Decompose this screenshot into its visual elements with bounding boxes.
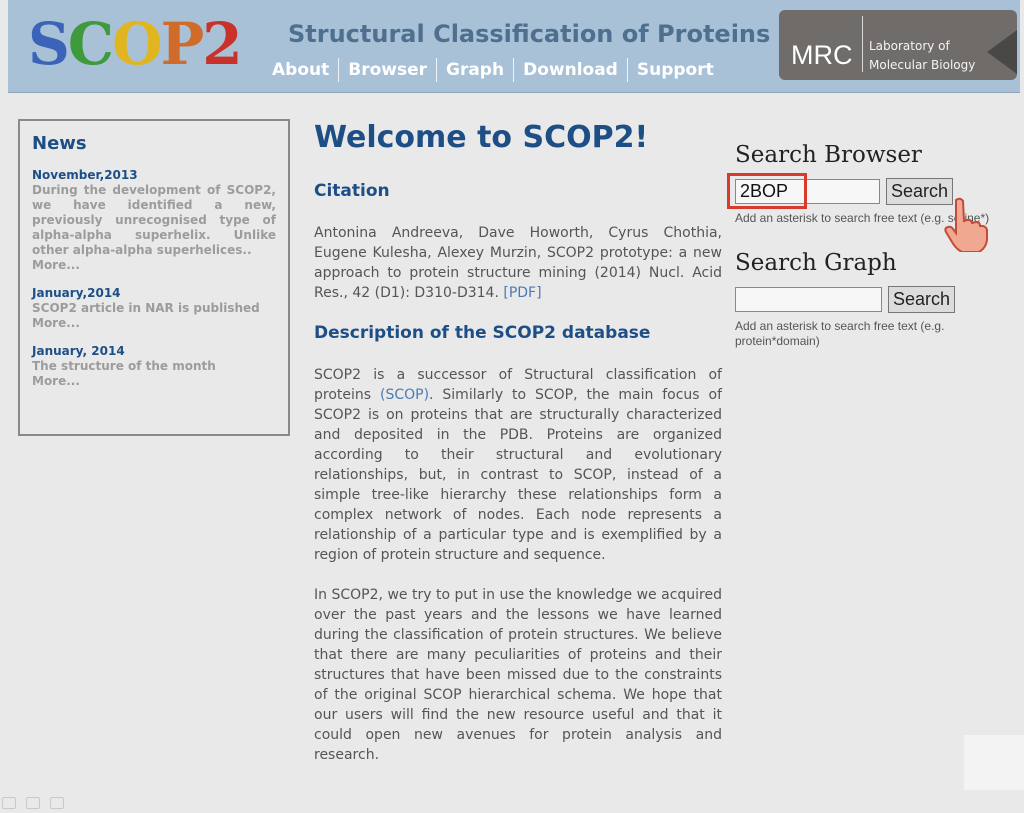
citation-heading: Citation [314, 181, 390, 201]
nav-graph[interactable]: Graph [436, 58, 513, 82]
mrc-lmb-logo[interactable]: MRC Laboratory of Molecular Biology [779, 10, 1017, 80]
main-nav: About Browser Graph Download Support [263, 58, 723, 82]
description-paragraph-2: In SCOP2, we try to put in use the knowl… [314, 587, 722, 763]
news-item: January, 2014 The structure of the month… [32, 344, 276, 389]
pdf-link[interactable]: [PDF] [503, 285, 541, 301]
site-header: SCOP2 Structural Classification of Prote… [8, 0, 1020, 93]
nav-support[interactable]: Support [626, 58, 723, 82]
arrow-right-icon[interactable] [50, 797, 64, 809]
news-item: January,2014 SCOP2 article in NAR is pub… [32, 286, 276, 331]
page-icon[interactable] [26, 797, 40, 809]
description-paragraph-1: SCOP2 is a successor of Structural class… [314, 365, 722, 565]
mrc-arrow-icon [987, 30, 1017, 74]
nav-download[interactable]: Download [513, 58, 627, 82]
description-heading: Description of the SCOP2 database [314, 323, 651, 343]
news-body: The structure of the month [32, 359, 216, 373]
svg-text:SCOP2: SCOP2 [28, 12, 241, 74]
news-more-link[interactable]: More... [32, 374, 276, 389]
player-controls [2, 797, 64, 809]
main-content: Welcome to SCOP2! Citation Antonina Andr… [314, 120, 722, 785]
news-date: January,2014 [32, 286, 121, 300]
search-browser-input-wrap [727, 173, 880, 209]
news-item: November,2013 During the development of … [32, 168, 276, 273]
scop-link[interactable]: (SCOP) [380, 387, 429, 403]
mrc-divider [862, 16, 863, 72]
mrc-abbr: MRC [791, 40, 853, 70]
news-date: January, 2014 [32, 344, 125, 358]
search-graph-title: Search Graph [735, 250, 897, 276]
description-text-b: . Similarly to SCOP, the main focus of S… [314, 387, 723, 563]
news-body: SCOP2 article in NAR is published [32, 301, 260, 315]
news-more-link[interactable]: More... [32, 258, 276, 273]
search-browser-title: Search Browser [735, 142, 922, 168]
news-title: News [32, 133, 87, 154]
citation-text: Antonina Andreeva, Dave Howorth, Cyrus C… [314, 223, 722, 303]
hand-pointer-icon [944, 197, 988, 252]
news-date: November,2013 [32, 168, 138, 182]
search-browser-input[interactable] [735, 179, 880, 204]
pencil-icon[interactable] [2, 797, 16, 809]
corner-overlay [964, 735, 1024, 790]
search-graph-button[interactable]: Search [888, 286, 956, 313]
nav-about[interactable]: About [263, 58, 338, 82]
nav-browser[interactable]: Browser [338, 58, 436, 82]
search-graph-input[interactable] [735, 287, 882, 312]
search-graph-hint: Add an asterisk to search free text (e.g… [735, 319, 945, 348]
search-graph-row: Search [735, 286, 1005, 313]
scop2-logo[interactable]: SCOP2 [26, 12, 246, 74]
page-title: Welcome to SCOP2! [314, 120, 649, 155]
news-body: During the development of SCOP2, we have… [32, 183, 276, 257]
site-title: Structural Classification of Proteins 2 [288, 20, 796, 48]
news-more-link[interactable]: More... [32, 316, 276, 331]
news-panel: News November,2013 During the developmen… [18, 119, 290, 436]
